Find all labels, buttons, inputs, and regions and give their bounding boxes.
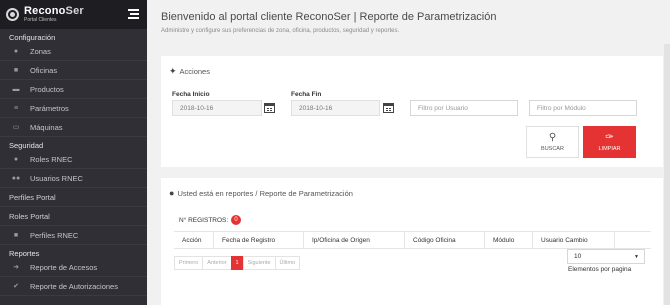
section-configuracion: Configuración <box>9 33 56 42</box>
pager-first-button[interactable]: Primero <box>174 256 204 270</box>
limpiar-button[interactable]: ✑ LIMPIAR <box>583 126 636 158</box>
sidebar-item-label: Usuarios RNEC <box>30 173 83 183</box>
limpiar-button-label: LIMPIAR <box>598 146 621 152</box>
sidebar-item-label: Reporte de Autorizaciones <box>30 281 118 291</box>
page-size-value: 10 <box>574 253 582 260</box>
column-header[interactable]: Fecha de Registro <box>214 232 304 248</box>
pagination: Primero Anterior 1 Siguiente Último <box>174 256 301 270</box>
id-card-icon: ■ <box>13 231 19 239</box>
desktop-icon: ▭ <box>12 124 20 131</box>
sign-in-icon: ➜ <box>13 264 19 271</box>
scrollbar[interactable] <box>664 44 670 305</box>
fecha-fin-input[interactable]: 2018-10-16 <box>291 100 380 116</box>
sidebar: ReconoSer Portal Clientes Configuración … <box>0 0 147 305</box>
section-seguridad: Seguridad <box>9 141 44 150</box>
table-header: Acción Fecha de Registro Ip/Oficina de O… <box>174 231 651 249</box>
sidebar-item-maquinas[interactable]: ▭ Máquinas <box>0 118 147 137</box>
filtro-usuario-input[interactable]: Filtro por Usuario <box>410 100 518 116</box>
acciones-title: Acciones <box>179 67 210 76</box>
column-header[interactable]: Ip/Oficina de Origen <box>304 232 405 248</box>
credit-card-icon: ▬ <box>12 85 20 93</box>
sidebar-item-label: Perfiles RNEC <box>30 230 79 240</box>
main-content: Bienvenido al portal cliente ReconoSer |… <box>147 0 670 305</box>
fecha-inicio-input[interactable]: 2018-10-16 <box>172 100 262 116</box>
sidebar-item-label: Reporte de Accesos <box>30 262 98 272</box>
menu-toggle-icon[interactable] <box>128 9 139 19</box>
page-size-select[interactable]: 10 ▼ <box>567 249 645 264</box>
magic-wand-icon: ✦ <box>169 66 177 76</box>
users-icon: ●● <box>11 174 21 182</box>
map-marker-icon: ● <box>13 47 19 55</box>
sidebar-item-label: Roles RNEC <box>30 154 73 164</box>
sidebar-item-perfiles-rnec[interactable]: ■ Perfiles RNEC <box>0 226 147 245</box>
filtro-modulo-input[interactable]: Filtro por Módulo <box>529 100 637 116</box>
search-icon: ⚲ <box>548 132 557 143</box>
brand-name-part-a: Recono <box>24 5 66 17</box>
acciones-panel: ✦ Acciones Fecha Inicio 2018-10-16 Fecha… <box>161 56 663 167</box>
registros-count-badge: 0 <box>231 215 241 225</box>
calendar-icon[interactable] <box>383 102 394 113</box>
sidebar-item-label: Zonas <box>30 46 51 56</box>
registros-label: N° REGISTROS: <box>179 217 229 224</box>
column-header[interactable]: Módulo <box>485 232 533 248</box>
brand-name-part-b: Ser <box>65 5 84 17</box>
page-subtitle: Administre y configure sus preferencias … <box>161 28 400 34</box>
column-header[interactable]: Código Oficina <box>405 232 485 248</box>
sidebar-item-label: Parámetros <box>30 103 69 113</box>
building-icon: ■ <box>13 66 19 74</box>
calendar-icon[interactable] <box>264 102 275 113</box>
page-size-label: Elementos por pagina <box>568 266 632 273</box>
column-header[interactable]: Acción <box>174 232 214 248</box>
sidebar-item-zonas[interactable]: ● Zonas <box>0 42 147 61</box>
sidebar-item-reporte-accesos[interactable]: ➜ Reporte de Accesos <box>0 258 147 277</box>
check-icon: ✔ <box>13 283 19 290</box>
sidebar-item-reporte-autorizaciones[interactable]: ✔ Reporte de Autorizaciones <box>0 277 147 296</box>
reporte-header: ● Usted está en reportes / Reporte de Pa… <box>169 188 353 198</box>
acciones-header: ✦ Acciones <box>169 66 210 77</box>
sidebar-item-parametros[interactable]: ≡ Parámetros <box>0 99 147 118</box>
sidebar-item-label: Oficinas <box>30 65 58 75</box>
buscar-button[interactable]: ⚲ BUSCAR <box>526 126 579 158</box>
breadcrumb: Usted está en reportes / Reporte de Para… <box>177 188 353 198</box>
sidebar-item-oficinas[interactable]: ■ Oficinas <box>0 61 147 80</box>
reconoser-logo-icon <box>6 8 19 21</box>
sidebar-item-usuarios-rnec[interactable]: ●● Usuarios RNEC <box>0 169 147 188</box>
sliders-icon: ≡ <box>13 104 19 112</box>
brand-bar: ReconoSer Portal Clientes <box>0 0 147 29</box>
column-header[interactable]: Usuario Cambio <box>533 232 615 248</box>
caret-down-icon: ▼ <box>634 254 639 260</box>
map-marker-icon: ● <box>169 188 175 198</box>
page-title: Bienvenido al portal cliente ReconoSer |… <box>161 11 497 23</box>
brand-subtitle: Portal Clientes <box>24 17 57 23</box>
buscar-button-label: BUSCAR <box>541 146 564 152</box>
sidebar-item-label: Productos <box>30 84 64 94</box>
column-header-empty <box>615 232 651 248</box>
pager-next-button[interactable]: Siguiente <box>242 256 276 270</box>
fecha-fin-label: Fecha Fin <box>291 91 322 98</box>
sidebar-item-perfiles-portal[interactable]: Perfiles Portal <box>0 188 147 207</box>
section-reportes: Reportes <box>9 249 40 258</box>
pager-prev-button[interactable]: Anterior <box>202 256 232 270</box>
user-icon: ● <box>13 155 19 163</box>
reporte-panel: ● Usted está en reportes / Reporte de Pa… <box>161 178 663 305</box>
sidebar-item-roles-portal[interactable]: Roles Portal <box>0 207 147 226</box>
brand-logo-text[interactable]: ReconoSer Portal Clientes <box>24 6 84 23</box>
brush-icon: ✑ <box>605 132 614 143</box>
fecha-inicio-label: Fecha Inicio <box>172 91 210 98</box>
sidebar-item-roles-rnec[interactable]: ● Roles RNEC <box>0 150 147 169</box>
sidebar-item-label: Máquinas <box>30 122 63 132</box>
pager-last-button[interactable]: Último <box>274 256 301 270</box>
sidebar-item-productos[interactable]: ▬ Productos <box>0 80 147 99</box>
